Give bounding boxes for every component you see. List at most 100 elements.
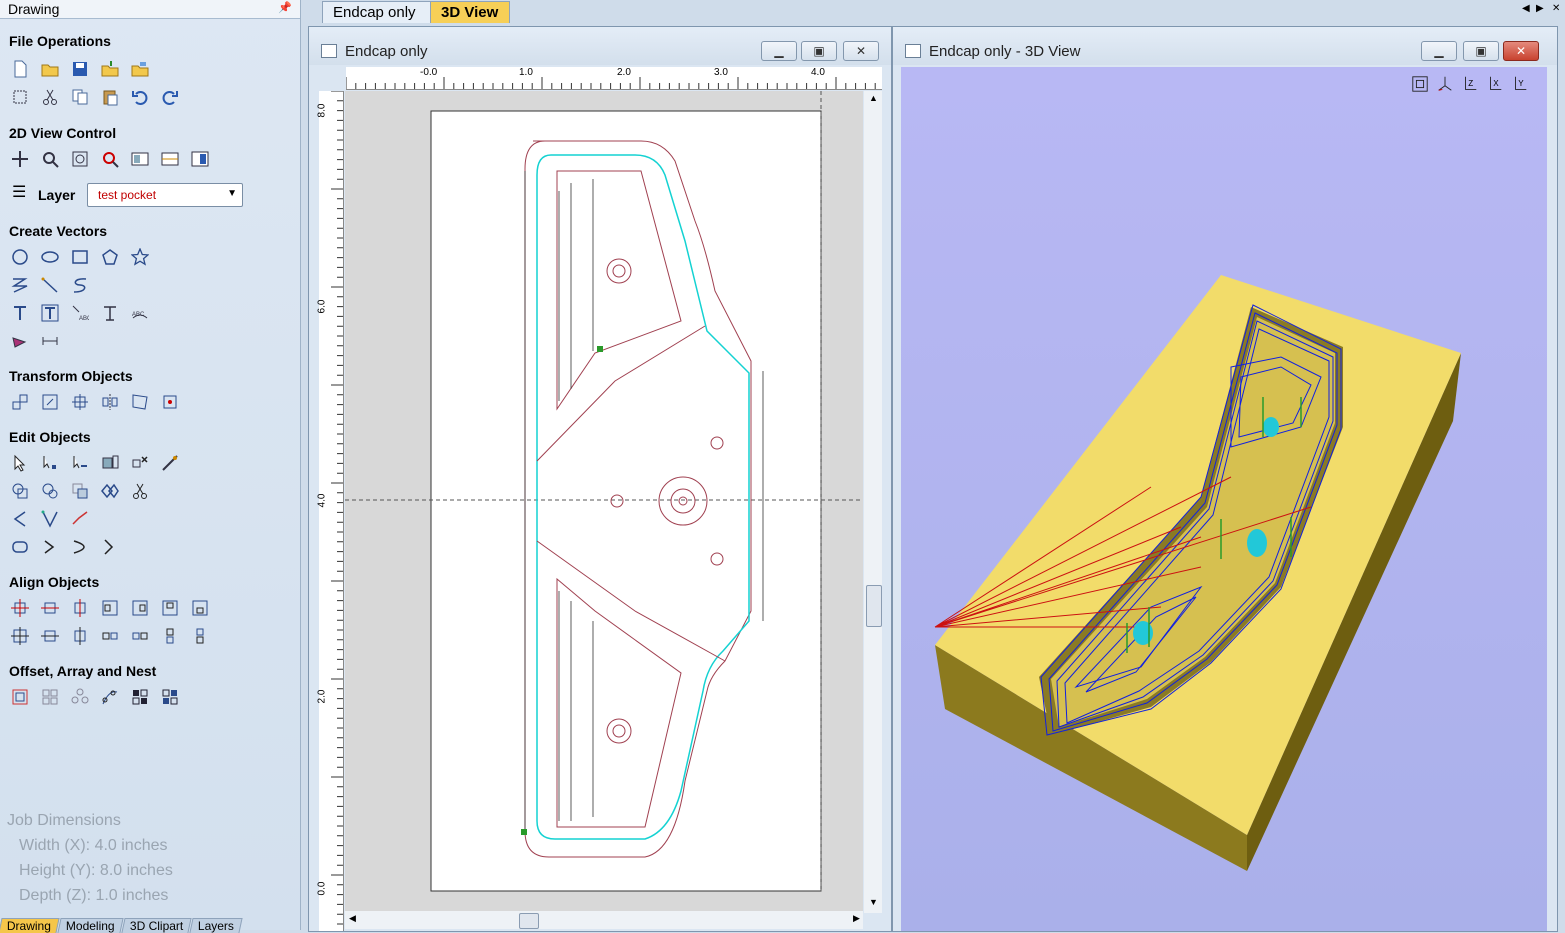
tangent-icon[interactable] — [69, 536, 91, 558]
star-icon[interactable] — [129, 246, 151, 268]
zoom-icon[interactable] — [39, 148, 61, 170]
offset-icon[interactable] — [9, 686, 31, 708]
sheet-icon[interactable] — [159, 148, 181, 170]
distribute-right-icon[interactable] — [129, 625, 151, 647]
block-copy-icon[interactable] — [39, 686, 61, 708]
extend-icon[interactable] — [39, 536, 61, 558]
polygon-icon[interactable] — [99, 246, 121, 268]
import-bitmap-icon[interactable] — [129, 58, 151, 80]
select-all-icon[interactable] — [9, 86, 31, 108]
vertical-scrollbar[interactable]: ▲ ▼ — [864, 91, 882, 913]
scroll-down-icon[interactable]: ▼ — [869, 897, 878, 907]
auto-layout-text-icon[interactable] — [99, 302, 121, 324]
tab-3d-view[interactable]: 3D View — [430, 1, 510, 23]
move-icon[interactable] — [9, 391, 31, 413]
ellipse-icon[interactable] — [39, 246, 61, 268]
paste-icon[interactable] — [99, 86, 121, 108]
select-icon[interactable] — [9, 452, 31, 474]
maximize-button[interactable]: ▣ — [801, 41, 837, 61]
open-file-icon[interactable] — [39, 58, 61, 80]
distribute-left-icon[interactable] — [99, 625, 121, 647]
fillet-icon[interactable] — [9, 508, 31, 530]
tab-modeling[interactable]: Modeling — [57, 918, 124, 933]
pin-icon[interactable]: 📌 — [278, 1, 292, 14]
text-icon[interactable] — [9, 302, 31, 324]
center-in-material-icon[interactable] — [9, 625, 31, 647]
join-vectors-icon[interactable] — [99, 480, 121, 502]
zoom-selection-icon[interactable] — [99, 148, 121, 170]
chamfer-icon[interactable] — [39, 508, 61, 530]
nest-options-icon[interactable] — [159, 686, 181, 708]
spline-icon[interactable] — [69, 274, 91, 296]
tab-close-icon[interactable]: ✕ — [1552, 3, 1560, 14]
dimension-icon[interactable] — [39, 330, 61, 352]
interactive-select-icon[interactable] — [69, 452, 91, 474]
subtract-icon[interactable] — [39, 480, 61, 502]
tab-scroll-left-icon[interactable]: ◀ — [1522, 3, 1530, 14]
align-v-center-icon[interactable] — [69, 597, 91, 619]
align-h-center-icon[interactable] — [39, 597, 61, 619]
pan-icon[interactable] — [9, 148, 31, 170]
copy-along-vectors-icon[interactable] — [99, 686, 121, 708]
align-bottom-icon[interactable] — [189, 597, 211, 619]
center-h-icon[interactable] — [39, 625, 61, 647]
redo-icon[interactable] — [159, 86, 181, 108]
delete-nodes-icon[interactable] — [129, 452, 151, 474]
trim-icon[interactable] — [69, 508, 91, 530]
minimize-button[interactable]: ▁ — [761, 41, 797, 61]
arc-text-icon[interactable]: ABC — [129, 302, 151, 324]
undo-icon[interactable] — [129, 86, 151, 108]
center-v-icon[interactable] — [69, 625, 91, 647]
bitmap-select-icon[interactable] — [99, 452, 121, 474]
nest-parts-icon[interactable] — [129, 686, 151, 708]
zoom-extents-icon[interactable] — [69, 148, 91, 170]
distribute-top-icon[interactable] — [159, 625, 181, 647]
mirror-icon[interactable] — [99, 391, 121, 413]
tab-3d-clipart[interactable]: 3D Clipart — [121, 918, 192, 933]
node-edit-icon[interactable] — [39, 452, 61, 474]
align-right-icon[interactable] — [129, 597, 151, 619]
minimize-button[interactable]: ▁ — [1421, 41, 1457, 61]
drawing-canvas-2d[interactable] — [345, 91, 863, 913]
curve-icon[interactable] — [39, 274, 61, 296]
smooth-icon[interactable] — [9, 536, 31, 558]
scissors-icon[interactable] — [129, 480, 151, 502]
rotate-icon[interactable] — [69, 391, 91, 413]
import-icon[interactable] — [99, 58, 121, 80]
text-on-curve-icon[interactable]: ABC — [69, 302, 91, 324]
tab-scroll-right-icon[interactable]: ▶ — [1536, 3, 1544, 14]
horizontal-scrollbar[interactable]: ◀ ▶ — [345, 911, 863, 929]
circle-icon[interactable] — [9, 246, 31, 268]
scale-icon[interactable] — [39, 391, 61, 413]
save-icon[interactable] — [69, 58, 91, 80]
view-toggle-icon[interactable] — [129, 148, 151, 170]
align-center-icon[interactable] — [9, 597, 31, 619]
switch-view-icon[interactable] — [189, 148, 211, 170]
close-button[interactable]: ✕ — [843, 41, 879, 61]
close-button[interactable]: ✕ — [1503, 41, 1539, 61]
close-vector-icon[interactable] — [99, 536, 121, 558]
scroll-left-icon[interactable]: ◀ — [349, 913, 356, 924]
layer-dropdown[interactable]: test pocket ▼ — [87, 183, 243, 207]
intersect-icon[interactable] — [69, 480, 91, 502]
scroll-thumb[interactable] — [866, 585, 882, 627]
distribute-bottom-icon[interactable] — [189, 625, 211, 647]
polyline-icon[interactable] — [9, 274, 31, 296]
trace-bitmap-icon[interactable] — [9, 330, 31, 352]
rectangle-icon[interactable] — [69, 246, 91, 268]
distort-icon[interactable] — [129, 391, 151, 413]
set-origin-icon[interactable] — [159, 391, 181, 413]
copy-icon[interactable] — [69, 86, 91, 108]
align-top-icon[interactable] — [159, 597, 181, 619]
measure-icon[interactable] — [159, 452, 181, 474]
weld-icon[interactable] — [9, 480, 31, 502]
align-left-icon[interactable] — [99, 597, 121, 619]
scroll-up-icon[interactable]: ▲ — [869, 93, 878, 103]
new-file-icon[interactable] — [9, 58, 31, 80]
maximize-button[interactable]: ▣ — [1463, 41, 1499, 61]
scroll-thumb[interactable] — [519, 913, 539, 929]
tab-drawing[interactable]: Drawing — [0, 918, 60, 933]
scroll-right-icon[interactable]: ▶ — [853, 913, 860, 924]
circular-copy-icon[interactable] — [69, 686, 91, 708]
cut-icon[interactable] — [39, 86, 61, 108]
